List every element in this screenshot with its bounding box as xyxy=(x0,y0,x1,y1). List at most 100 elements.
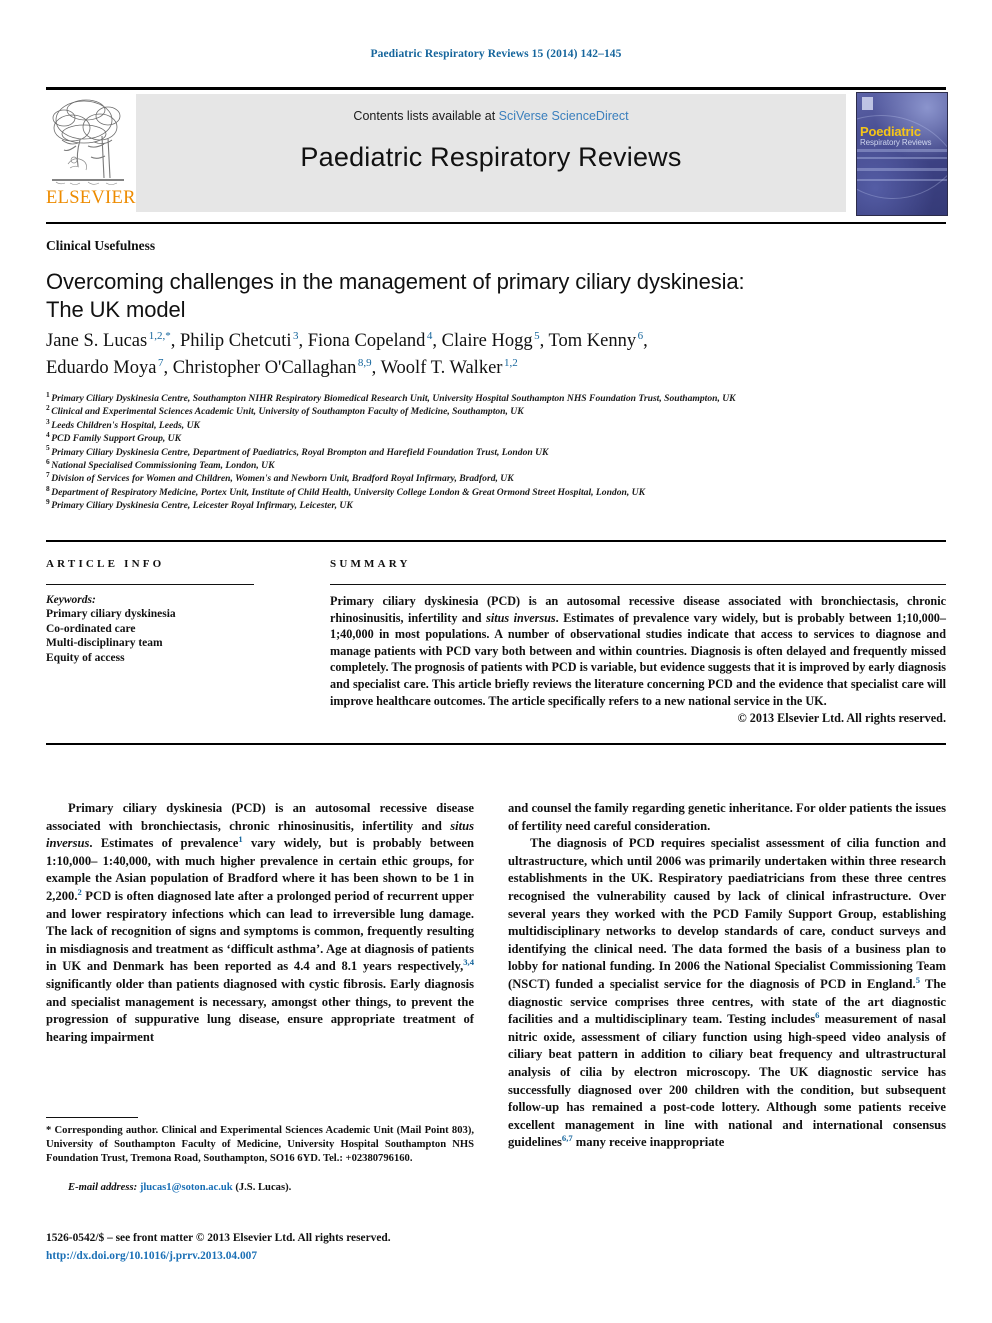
elsevier-wordmark: ELSEVIER xyxy=(46,188,136,208)
author-name: Fiona Copeland xyxy=(307,331,426,351)
body-text-run: . Estimates of prevalence xyxy=(89,836,239,851)
footnote-divider xyxy=(46,1117,138,1118)
article-section-label: Clinical Usefulness xyxy=(46,238,156,253)
summary-copyright: © 2013 Elsevier Ltd. All rights reserved… xyxy=(737,711,946,726)
body-column-left: Primary ciliary dyskinesia (PCD) is an a… xyxy=(46,800,474,1046)
affiliation-text: National Specialised Commissioning Team,… xyxy=(51,460,275,472)
journal-article-page: Paediatric Respiratory Reviews 15 (2014)… xyxy=(0,0,992,1323)
cover-journal-subtitle: Respiratory Reviews xyxy=(860,138,932,147)
author-item[interactable]: Philip Chetcuti 3 xyxy=(179,329,299,351)
body-column-right: and counsel the family regarding genetic… xyxy=(508,800,946,1152)
affiliation-text: Primary Ciliary Dyskinesia Centre, South… xyxy=(51,393,736,404)
affiliation-text: Department of Respiratory Medicine, Port… xyxy=(51,486,645,498)
body-paragraph: Primary ciliary dyskinesia (PCD) is an a… xyxy=(46,800,474,1046)
body-text-run: The diagnosis of PCD requires specialist… xyxy=(508,836,946,991)
author-affil-marker: 5 xyxy=(534,329,540,342)
title-line-2: The UK model xyxy=(46,297,186,322)
affiliation-text: Division of Services for Women and Child… xyxy=(51,473,514,485)
cover-stripe-decoration xyxy=(857,149,947,152)
elsevier-logo: ELSEVIER xyxy=(46,92,136,214)
body-paragraph: The diagnosis of PCD requires specialist… xyxy=(508,835,946,1152)
affiliation-item: 1 Primary Ciliary Dyskinesia Centre, Sout… xyxy=(46,391,946,405)
journal-title: Paediatric Respiratory Reviews xyxy=(300,142,682,172)
contents-available-line: Contents lists available at SciVerse Sci… xyxy=(136,109,846,123)
summary-italic-term: situs inversus xyxy=(486,610,556,625)
keywords-label: Keywords: xyxy=(46,594,96,606)
affiliation-text: Primary Ciliary Dyskinesia Centre, Leice… xyxy=(51,500,353,512)
body-text-run: PCD is often diagnosed late after a prol… xyxy=(46,888,474,974)
affiliation-text: Leeds Children's Hospital, Leeds, UK xyxy=(51,419,200,431)
journal-banner: Contents lists available at SciVerse Sci… xyxy=(136,94,846,212)
doi-link[interactable]: http://dx.doi.org/10.1016/j.prrv.2013.04… xyxy=(46,1250,486,1262)
body-text-run: many receive inappropriate xyxy=(572,1135,725,1150)
affiliation-item: 8 Department of Respiratory Medicine, Por… xyxy=(46,484,946,499)
email-note: E-mail address: jlucas1@soton.ac.uk (J.S… xyxy=(46,1182,474,1193)
article-info-divider xyxy=(46,584,254,585)
elsevier-tree-icon xyxy=(52,99,124,185)
article-info-heading: ARTICLE INFO xyxy=(46,558,165,570)
email-label: E-mail address: xyxy=(68,1182,138,1193)
keyword-item: Multi-disciplinary team xyxy=(46,637,163,650)
corresponding-author-text: Corresponding author. Clinical and Exper… xyxy=(46,1125,475,1165)
author-item[interactable]: Eduardo Moya 7 xyxy=(46,356,164,378)
journal-cover-thumbnail[interactable]: Poediatric Respiratory Reviews xyxy=(856,92,948,216)
keyword-item: Co-ordinated care xyxy=(46,622,136,635)
author-name: Tom Kenny xyxy=(548,331,637,351)
masthead: ELSEVIER Contents lists available at Sci… xyxy=(46,92,948,216)
author-affil-marker: 6 xyxy=(637,329,644,342)
body-paragraph: and counsel the family regarding genetic… xyxy=(508,801,946,833)
summary-heading: SUMMARY xyxy=(330,558,411,570)
info-block-top-rule xyxy=(46,540,946,542)
affiliation-item: 6 National Specialised Commissioning Team… xyxy=(46,458,946,472)
corresponding-author-marker: * xyxy=(46,1125,52,1136)
author-item[interactable]: Woolf T. Walker 1,2 xyxy=(380,356,518,378)
author-affil-marker: 8,9 xyxy=(357,356,372,369)
author-name: Eduardo Moya xyxy=(46,358,157,378)
affiliation-item: 3 Leeds Children's Hospital, Leeds, UK xyxy=(46,417,946,432)
corresponding-author-note: * Corresponding author. Clinical and Exp… xyxy=(46,1124,474,1167)
affiliation-item: 9 Primary Ciliary Dyskinesia Centre, Leic… xyxy=(46,498,946,512)
email-attribution: (J.S. Lucas). xyxy=(235,1182,292,1193)
summary-part-2: . Estimates of prevalence vary widely, b… xyxy=(330,610,946,708)
author-name: Christopher O'Callaghan xyxy=(172,358,357,378)
citation-ref[interactable]: 6,7 xyxy=(562,1133,573,1143)
body-text-run: measurement of nasal nitric oxide, asses… xyxy=(508,1012,946,1150)
citation-ref[interactable]: 3,4 xyxy=(463,957,474,967)
body-text-run: Primary ciliary dyskinesia (PCD) is an a… xyxy=(46,801,474,833)
cover-stripe-decoration xyxy=(857,179,947,181)
author-name: Philip Chetcuti xyxy=(179,331,292,351)
affiliation-text: Primary Ciliary Dyskinesia Centre, Depar… xyxy=(51,446,549,458)
author-item[interactable]: Christopher O'Callaghan 8,9 xyxy=(172,356,372,378)
author-affil-marker: 3 xyxy=(292,329,299,342)
cover-stripe-decoration xyxy=(857,157,947,159)
author-affil-marker: 1,2 xyxy=(503,356,518,369)
keyword-item: Primary ciliary dyskinesia xyxy=(46,608,176,620)
sciencedirect-link[interactable]: SciVerse ScienceDirect xyxy=(499,109,629,123)
email-link[interactable]: jlucas1@soton.ac.uk xyxy=(140,1182,233,1193)
author-item[interactable]: Tom Kenny 6 xyxy=(548,329,644,351)
body-text-run: significantly older than patients diagno… xyxy=(46,976,474,1044)
info-block-bottom-rule xyxy=(46,743,946,745)
issn-copyright-line: 1526-0542/$ – see front matter © 2013 El… xyxy=(46,1232,391,1244)
summary-text: Primary ciliary dyskinesia (PCD) is an a… xyxy=(330,593,946,709)
affiliation-list: 1 Primary Ciliary Dyskinesia Centre, Sout… xyxy=(46,391,946,513)
title-line-1: Overcoming challenges in the management … xyxy=(46,269,745,294)
author-affil-marker: 1,2,* xyxy=(148,329,171,342)
affiliation-item: 7 Division of Services for Women and Chil… xyxy=(46,471,946,485)
author-list: Jane S. Lucas 1,2,*, Philip Chetcuti 3, Fi… xyxy=(46,329,648,378)
author-name: Woolf T. Walker xyxy=(380,358,503,378)
author-item[interactable]: Claire Hogg 5 xyxy=(442,329,540,351)
author-item[interactable]: Fiona Copeland 4 xyxy=(307,330,433,351)
cover-stripe-decoration xyxy=(857,168,947,171)
summary-divider xyxy=(330,584,946,585)
keyword-item: Equity of access xyxy=(46,651,125,664)
author-name: Jane S. Lucas xyxy=(46,331,148,351)
author-item[interactable]: Jane S. Lucas 1,2,* xyxy=(46,329,171,351)
page-title: Overcoming challenges in the management … xyxy=(46,268,836,324)
cover-journal-title: Poediatric xyxy=(860,124,921,139)
affiliation-text: Clinical and Experimental Sciences Acade… xyxy=(51,406,524,418)
affiliation-item: 2 Clinical and Experimental Sciences Acad… xyxy=(46,404,946,418)
affiliation-item: 5 Primary Ciliary Dyskinesia Centre, Depa… xyxy=(46,444,946,459)
article-info-block: ARTICLE INFO Keywords: Primary ciliary d… xyxy=(46,558,276,665)
author-affil-marker: 7 xyxy=(157,356,164,369)
